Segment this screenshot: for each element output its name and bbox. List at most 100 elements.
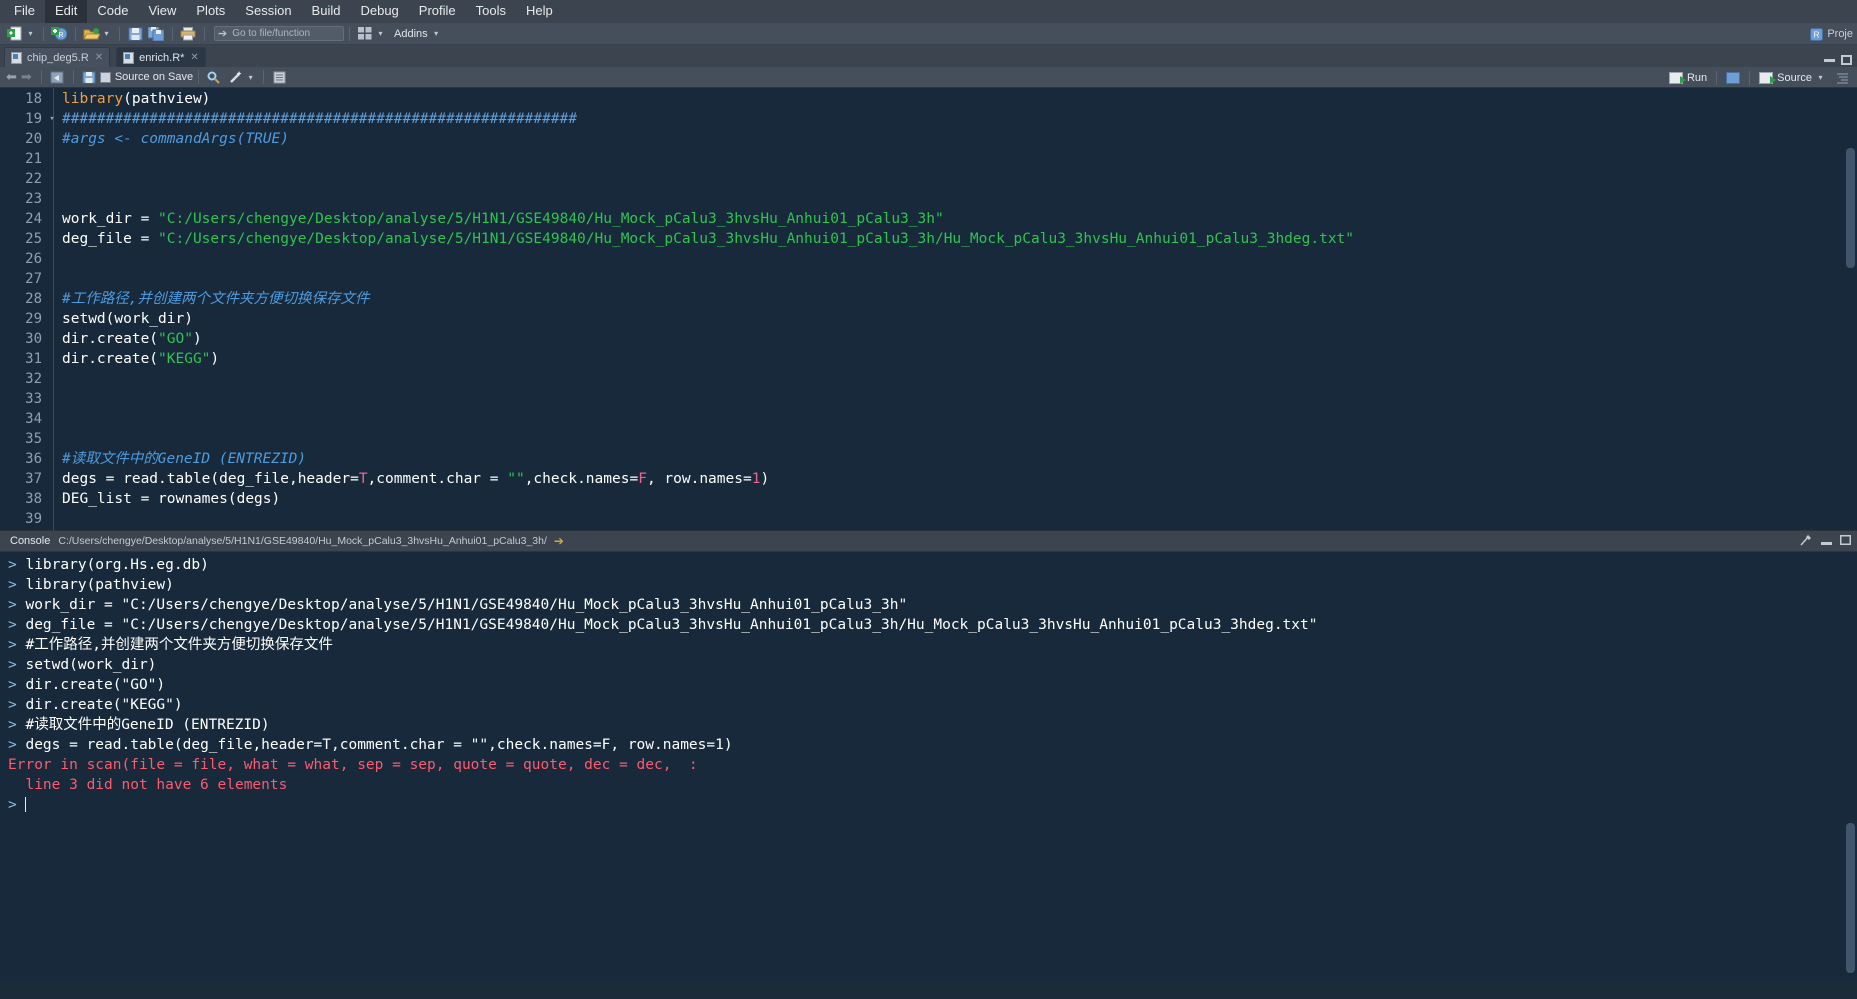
console-tab-label[interactable]: Console	[10, 535, 50, 547]
editor-scrollbar-thumb[interactable]	[1846, 148, 1855, 268]
addins-dropdown-caret[interactable]: ▾	[432, 25, 441, 43]
menu-item-edit[interactable]: Edit	[44, 0, 88, 23]
menu-item-view[interactable]: View	[138, 0, 186, 23]
code-line[interactable]: 39	[0, 509, 1857, 529]
fold-marker[interactable]	[48, 289, 56, 309]
fold-marker[interactable]	[48, 229, 56, 249]
document-outline-icon[interactable]	[269, 68, 289, 86]
code-line[interactable]: 26	[0, 249, 1857, 269]
code-line[interactable]: 28 #工作路径,并创建两个文件夹方便切换保存文件	[0, 289, 1857, 309]
menu-item-build[interactable]: Build	[302, 0, 351, 23]
console-minimize-icon[interactable]	[1821, 535, 1832, 548]
fold-marker[interactable]	[48, 149, 56, 169]
code-line[interactable]: 30 dir.create("GO")	[0, 329, 1857, 349]
menu-item-file[interactable]: File	[4, 0, 45, 23]
back-arrow-icon[interactable]: ⬅	[6, 69, 17, 85]
close-tab-icon[interactable]: ✕	[190, 52, 198, 63]
code-line[interactable]: 32	[0, 369, 1857, 389]
new-file-icon[interactable]	[5, 25, 25, 43]
close-tab-icon[interactable]: ✕	[95, 52, 103, 63]
project-selector[interactable]: R Proje	[1810, 23, 1853, 45]
code-tools-caret[interactable]: ▾	[246, 68, 255, 86]
console-vertical-scrollbar[interactable]	[1844, 552, 1857, 979]
show-in-new-window-icon[interactable]	[47, 68, 67, 86]
new-file-dropdown-caret[interactable]: ▾	[26, 25, 35, 43]
source-icon[interactable]	[1759, 71, 1777, 84]
menu-item-debug[interactable]: Debug	[350, 0, 408, 23]
forward-arrow-icon[interactable]: ➡	[21, 69, 32, 85]
goto-file-function-input[interactable]: ➔ Go to file/function	[214, 26, 344, 41]
code-line[interactable]: 21	[0, 149, 1857, 169]
menu-item-help[interactable]: Help	[516, 0, 563, 23]
addins-grid-icon[interactable]	[355, 25, 375, 43]
code-line[interactable]: 24 work_dir = "C:/Users/chengye/Desktop/a…	[0, 209, 1857, 229]
code-line[interactable]: 27	[0, 269, 1857, 289]
code-line[interactable]: 31 dir.create("KEGG")	[0, 349, 1857, 369]
code-line[interactable]: 33	[0, 389, 1857, 409]
source-on-save-label[interactable]: Source on Save	[115, 71, 193, 83]
editor-save-icon[interactable]	[79, 68, 99, 86]
menu-item-code[interactable]: Code	[87, 0, 138, 23]
editor-tab-chip-deg5-r[interactable]: chip_deg5.R ✕	[4, 47, 111, 67]
fold-marker[interactable]	[48, 509, 56, 529]
fold-marker[interactable]	[48, 449, 56, 469]
fold-marker[interactable]	[48, 209, 56, 229]
clear-console-icon[interactable]	[1800, 534, 1813, 549]
source-dropdown-caret[interactable]: ▾	[1816, 69, 1825, 87]
editor-vertical-scrollbar[interactable]	[1844, 88, 1857, 530]
fold-marker[interactable]	[48, 189, 56, 209]
run-icon[interactable]	[1668, 71, 1686, 84]
editor-tab-enrich-r-[interactable]: enrich.R* ✕	[116, 47, 206, 67]
maximize-pane-icon[interactable]	[1841, 55, 1852, 65]
menu-item-plots[interactable]: Plots	[186, 0, 235, 23]
code-line[interactable]: 36 #读取文件中的GeneID (ENTREZID)	[0, 449, 1857, 469]
fold-marker[interactable]	[48, 89, 56, 109]
code-line[interactable]: 20 #args <- commandArgs(TRUE)	[0, 129, 1857, 149]
fold-marker[interactable]	[48, 129, 56, 149]
code-line[interactable]: 34	[0, 409, 1857, 429]
open-folder-icon[interactable]	[81, 25, 101, 43]
open-directory-arrow-icon[interactable]: ➔	[554, 534, 564, 548]
menu-item-profile[interactable]: Profile	[409, 0, 466, 23]
code-line[interactable]: 23	[0, 189, 1857, 209]
fold-marker[interactable]	[48, 389, 56, 409]
code-tools-wand-icon[interactable]	[225, 68, 245, 86]
addins-label[interactable]: Addins	[394, 28, 428, 40]
source-on-save-checkbox[interactable]	[99, 71, 111, 83]
fold-marker[interactable]	[48, 309, 56, 329]
fold-marker[interactable]	[48, 269, 56, 289]
code-line[interactable]: 18 library(pathview)	[0, 89, 1857, 109]
fold-marker[interactable]	[48, 429, 56, 449]
code-line[interactable]: 22	[0, 169, 1857, 189]
code-line[interactable]: 29 setwd(work_dir)	[0, 309, 1857, 329]
fold-marker[interactable]	[48, 489, 56, 509]
source-label[interactable]: Source	[1777, 72, 1812, 84]
minimize-pane-icon[interactable]	[1824, 58, 1835, 62]
console-output[interactable]: > library(org.Hs.eg.db) > library(pathvie…	[0, 552, 1857, 979]
menu-item-session[interactable]: Session	[235, 0, 301, 23]
open-folder-dropdown-caret[interactable]: ▾	[102, 25, 111, 43]
new-project-icon[interactable]: R	[49, 25, 69, 43]
code-line[interactable]: 37 degs = read.table(deg_file,header=T,co…	[0, 469, 1857, 489]
print-icon[interactable]	[178, 25, 198, 43]
menu-item-tools[interactable]: Tools	[466, 0, 516, 23]
code-line[interactable]: 25 deg_file = "C:/Users/chengye/Desktop/a…	[0, 229, 1857, 249]
save-icon[interactable]	[125, 25, 145, 43]
fold-marker[interactable]: ▾	[48, 109, 56, 129]
fold-marker[interactable]	[48, 329, 56, 349]
console-scrollbar-thumb[interactable]	[1846, 823, 1855, 973]
show-document-outline-icon[interactable]	[1832, 69, 1852, 87]
fold-marker[interactable]	[48, 409, 56, 429]
find-replace-icon[interactable]	[204, 68, 224, 86]
console-active-prompt[interactable]: >	[8, 795, 1857, 815]
save-all-icon[interactable]	[146, 25, 166, 43]
fold-marker[interactable]	[48, 469, 56, 489]
code-line[interactable]: 35	[0, 429, 1857, 449]
code-line[interactable]: 19 ▾ #####################################…	[0, 109, 1857, 129]
code-line[interactable]: 38 DEG_list = rownames(degs)	[0, 489, 1857, 509]
fold-marker[interactable]	[48, 349, 56, 369]
fold-marker[interactable]	[48, 249, 56, 269]
fold-marker[interactable]	[48, 369, 56, 389]
fold-marker[interactable]	[48, 169, 56, 189]
rerun-icon[interactable]	[1726, 71, 1741, 84]
